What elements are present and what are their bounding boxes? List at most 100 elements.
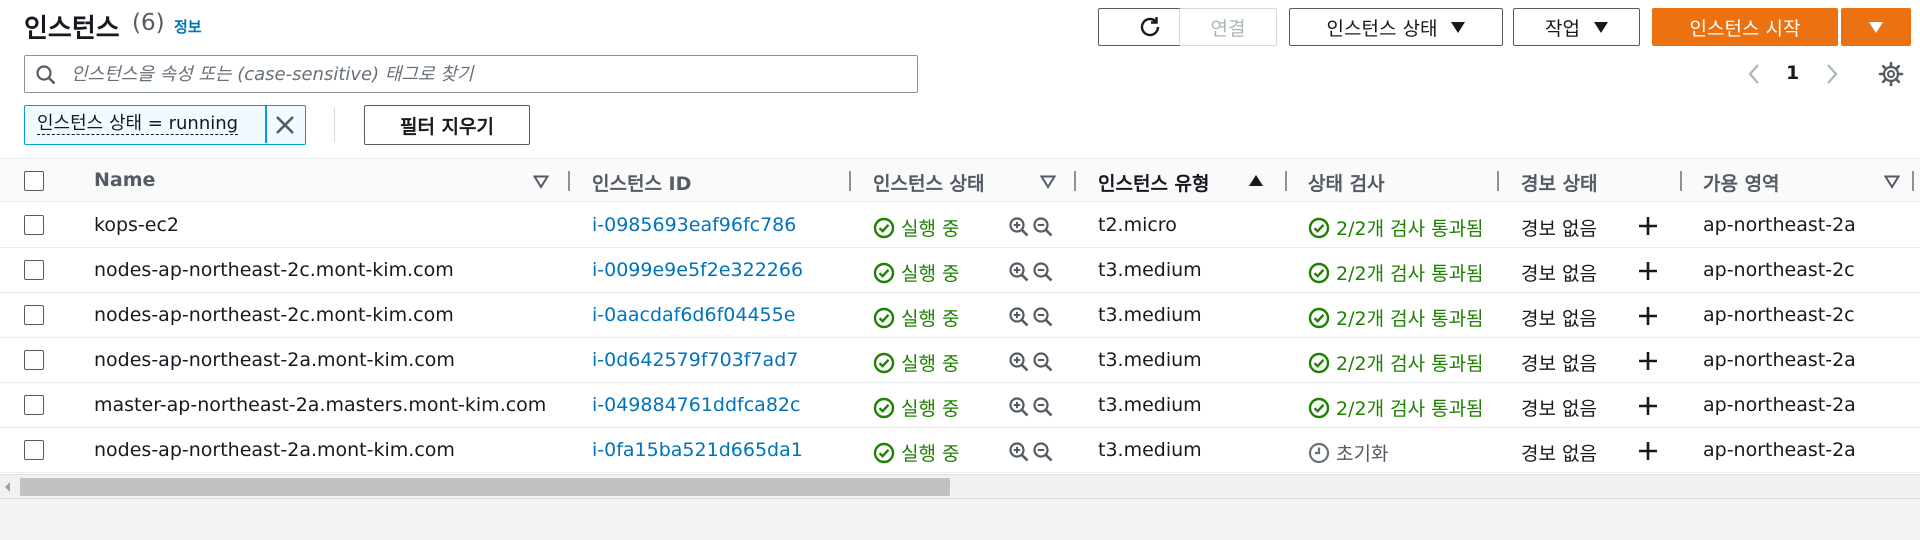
column-header-status-check[interactable]: 상태 검사 xyxy=(1308,169,1385,196)
status-check-label: 초기화 xyxy=(1336,443,1389,465)
table-row[interactable]: nodes-ap-northeast-2c.mont-kim.com i-0099… xyxy=(0,248,1920,293)
close-icon[interactable] xyxy=(273,113,297,137)
clock-icon xyxy=(1308,442,1330,464)
sort-caret-down-icon[interactable] xyxy=(533,175,549,189)
instance-state-label: 실행 중 xyxy=(901,398,960,420)
page-title: 인스턴스 xyxy=(24,14,120,44)
search-box xyxy=(24,55,918,93)
column-divider[interactable] xyxy=(849,171,851,191)
instance-id-link[interactable]: i-049884761ddfca82c xyxy=(592,394,800,416)
select-all-checkbox[interactable] xyxy=(24,171,44,191)
zoom-out-icon[interactable] xyxy=(1032,306,1054,328)
actions-dropdown[interactable]: 작업 xyxy=(1513,8,1640,46)
zoom-out-icon[interactable] xyxy=(1032,261,1054,283)
gear-icon[interactable] xyxy=(1878,61,1904,87)
current-page-number[interactable]: 1 xyxy=(1786,62,1799,84)
add-alarm-icon[interactable] xyxy=(1637,350,1659,372)
launch-instances-button[interactable]: 인스턴스 시작 xyxy=(1652,8,1838,46)
search-input[interactable] xyxy=(71,60,901,88)
status-check[interactable]: 2/2개 검사 통과됨 xyxy=(1308,349,1502,376)
row-checkbox[interactable] xyxy=(24,350,44,370)
row-checkbox[interactable] xyxy=(24,395,44,415)
state-zoom-controls xyxy=(1008,261,1054,283)
previous-page-icon[interactable] xyxy=(1746,62,1762,86)
instance-id-link[interactable]: i-0099e9e5f2e322266 xyxy=(592,259,803,281)
check-circle-icon xyxy=(1308,397,1330,419)
add-alarm-icon[interactable] xyxy=(1637,215,1659,237)
filter-token-label[interactable]: 인스턴스 상태 = running xyxy=(37,114,239,135)
instance-name: nodes-ap-northeast-2c.mont-kim.com xyxy=(94,259,454,281)
zoom-out-icon[interactable] xyxy=(1032,216,1054,238)
zoom-in-icon[interactable] xyxy=(1008,216,1030,238)
column-header-availability-zone[interactable]: 가용 영역 xyxy=(1703,169,1780,196)
row-checkbox[interactable] xyxy=(24,440,44,460)
add-alarm-icon[interactable] xyxy=(1637,260,1659,282)
zoom-in-icon[interactable] xyxy=(1008,351,1030,373)
add-alarm-icon[interactable] xyxy=(1637,395,1659,417)
search-icon xyxy=(36,65,56,85)
running-status-icon xyxy=(873,217,895,239)
availability-zone: ap-northeast-2c xyxy=(1703,259,1855,281)
row-checkbox[interactable] xyxy=(24,215,44,235)
column-divider[interactable] xyxy=(1912,171,1914,191)
zoom-out-icon[interactable] xyxy=(1032,396,1054,418)
alarm-status: 경보 없음 xyxy=(1521,353,1597,375)
row-checkbox[interactable] xyxy=(24,260,44,280)
column-divider[interactable] xyxy=(568,171,570,191)
launch-instances-label: 인스턴스 시작 xyxy=(1689,17,1801,40)
status-check[interactable]: 2/2개 검사 통과됨 xyxy=(1308,214,1502,241)
column-header-name[interactable]: Name xyxy=(94,169,155,191)
column-header-instance-state[interactable]: 인스턴스 상태 xyxy=(873,169,985,196)
sort-caret-down-icon[interactable] xyxy=(1040,175,1056,189)
instance-type: t3.medium xyxy=(1098,349,1202,371)
running-status-icon xyxy=(873,262,895,284)
column-header-instance-type[interactable]: 인스턴스 유형 xyxy=(1098,169,1210,196)
column-header-alarm-status[interactable]: 경보 상태 xyxy=(1521,169,1598,196)
scroll-left-icon[interactable] xyxy=(5,482,10,492)
instance-id-link[interactable]: i-0aacdaf6d6f04455e xyxy=(592,304,795,326)
info-link[interactable]: 정보 xyxy=(174,16,202,37)
table-header: Name 인스턴스 ID 인스턴스 상태 인스턴스 유형 상태 검사 경보 상태… xyxy=(0,158,1920,202)
status-check[interactable]: 초기화 xyxy=(1308,439,1502,466)
table-row[interactable]: master-ap-northeast-2a.masters.mont-kim.… xyxy=(0,383,1920,428)
row-checkbox[interactable] xyxy=(24,305,44,325)
add-alarm-icon[interactable] xyxy=(1637,440,1659,462)
connect-button[interactable]: 연결 xyxy=(1179,8,1277,46)
table-row[interactable]: nodes-ap-northeast-2a.mont-kim.com i-0d64… xyxy=(0,338,1920,383)
clear-filters-label: 필터 지우기 xyxy=(399,115,494,138)
status-check[interactable]: 2/2개 검사 통과됨 xyxy=(1308,304,1502,331)
column-divider[interactable] xyxy=(1497,171,1499,191)
zoom-in-icon[interactable] xyxy=(1008,396,1030,418)
zoom-in-icon[interactable] xyxy=(1008,441,1030,463)
next-page-icon[interactable] xyxy=(1824,62,1840,86)
table-row[interactable]: nodes-ap-northeast-2c.mont-kim.com i-0aac… xyxy=(0,293,1920,338)
instance-state-label: 실행 중 xyxy=(901,308,960,330)
status-check[interactable]: 2/2개 검사 통과됨 xyxy=(1308,394,1502,421)
sort-ascending-icon[interactable] xyxy=(1249,175,1263,186)
zoom-in-icon[interactable] xyxy=(1008,306,1030,328)
zoom-out-icon[interactable] xyxy=(1032,441,1054,463)
status-check[interactable]: 2/2개 검사 통과됨 xyxy=(1308,259,1502,286)
instance-state: 실행 중 xyxy=(873,259,959,286)
running-status-icon xyxy=(873,397,895,419)
column-header-instance-id[interactable]: 인스턴스 ID xyxy=(592,169,691,196)
horizontal-scrollbar[interactable] xyxy=(0,474,1920,498)
instance-id-link[interactable]: i-0fa15ba521d665da1 xyxy=(592,439,803,461)
table-row[interactable]: kops-ec2 i-0985693eaf96fc786 실행 중 t2.micro 2… xyxy=(0,203,1920,248)
launch-options-dropdown[interactable] xyxy=(1841,8,1911,46)
table-row[interactable]: nodes-ap-northeast-2a.mont-kim.com i-0fa1… xyxy=(0,428,1920,473)
column-divider[interactable] xyxy=(1680,171,1682,191)
add-alarm-icon[interactable] xyxy=(1637,305,1659,327)
scrollbar-thumb[interactable] xyxy=(20,478,950,496)
instance-id-link[interactable]: i-0985693eaf96fc786 xyxy=(592,214,796,236)
instance-id-link[interactable]: i-0d642579f703f7ad7 xyxy=(592,349,798,371)
zoom-in-icon[interactable] xyxy=(1008,261,1030,283)
zoom-out-icon[interactable] xyxy=(1032,351,1054,373)
running-status-icon xyxy=(873,352,895,374)
sort-caret-down-icon[interactable] xyxy=(1884,175,1900,189)
column-divider[interactable] xyxy=(1285,171,1287,191)
column-divider[interactable] xyxy=(1074,171,1076,191)
clear-filters-button[interactable]: 필터 지우기 xyxy=(364,105,530,145)
instance-state-dropdown[interactable]: 인스턴스 상태 xyxy=(1289,8,1503,46)
instance-state-label: 실행 중 xyxy=(901,353,960,375)
